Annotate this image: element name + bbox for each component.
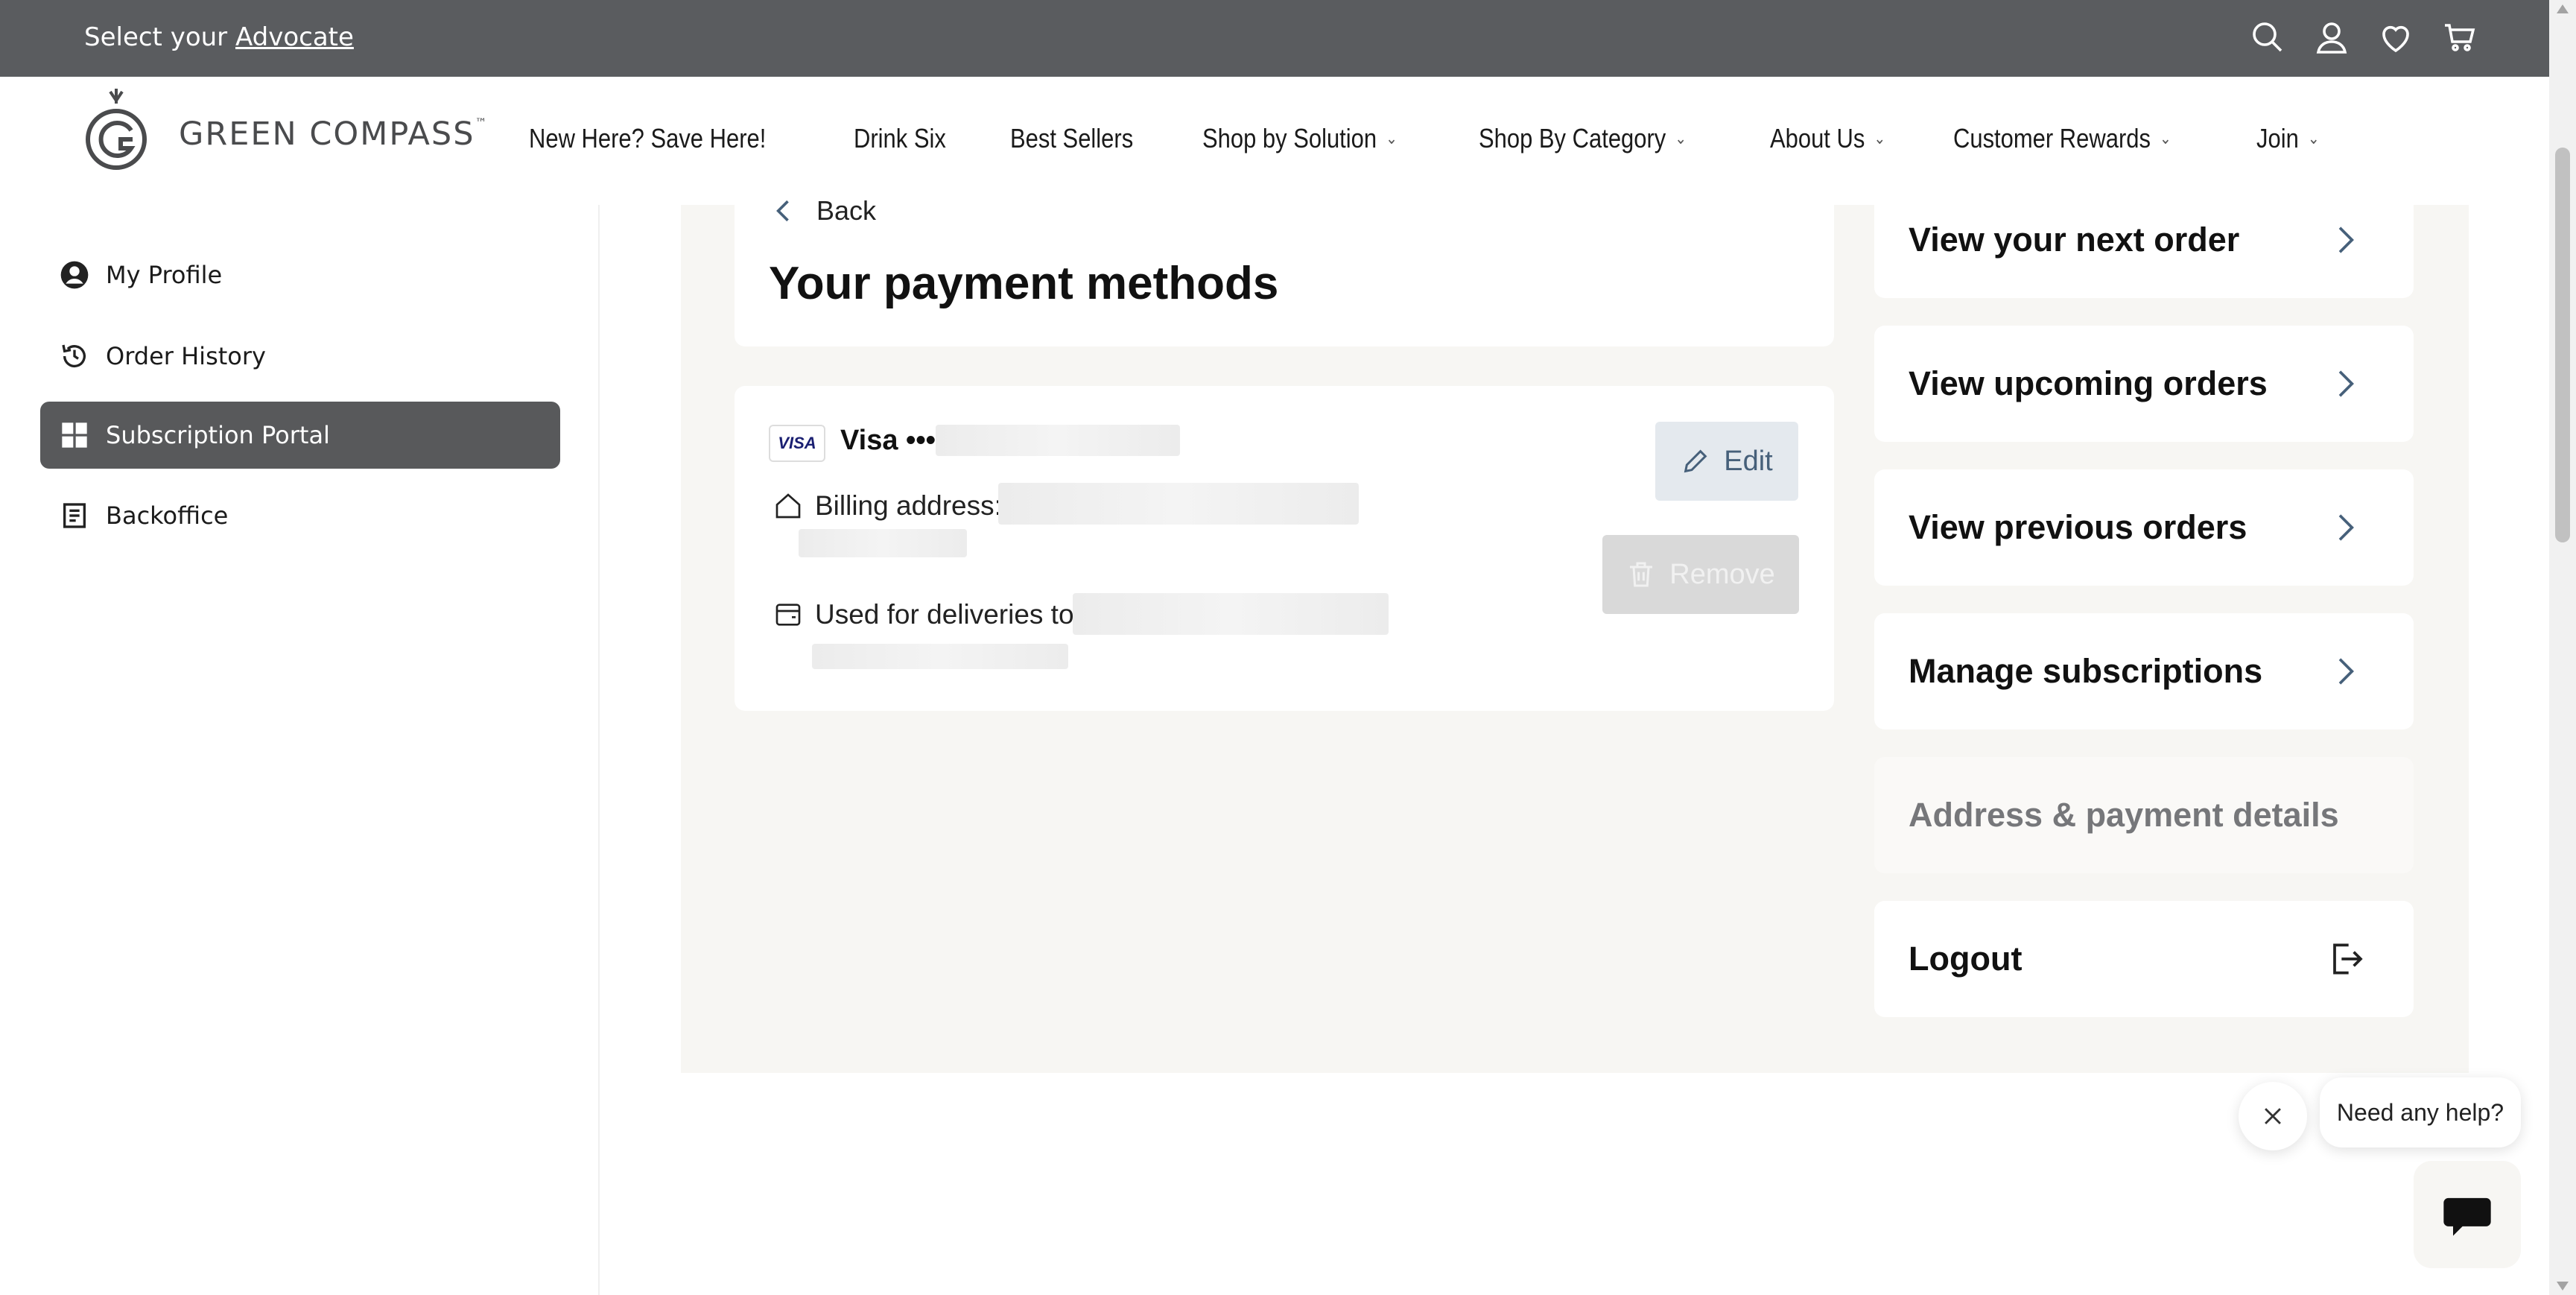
trash-icon xyxy=(1630,562,1653,587)
chevron-down-icon: ⌄ xyxy=(2160,129,2171,148)
brand-name: GREEN COMPASS™ xyxy=(179,115,489,153)
payment-methods-header: Back Your payment methods xyxy=(735,195,1834,346)
user-circle-icon xyxy=(60,261,89,289)
search-icon[interactable] xyxy=(2250,18,2285,57)
back-button[interactable]: Back xyxy=(767,194,876,227)
account-icon[interactable] xyxy=(2314,18,2350,57)
close-icon xyxy=(2265,1108,2281,1124)
chevron-down-icon: ⌄ xyxy=(2307,129,2320,148)
scroll-up-arrow-icon[interactable] xyxy=(2557,4,2569,13)
manage-subscriptions-link[interactable]: Manage subscriptions xyxy=(1874,613,2414,729)
address-payment-details-link[interactable]: Address & payment details xyxy=(1874,757,2414,873)
chat-launcher-button[interactable] xyxy=(2414,1161,2521,1268)
advocate-link[interactable]: Advocate xyxy=(235,22,354,52)
nav-item-customer-rewards[interactable]: Customer Rewards ⌄ xyxy=(1953,123,2171,154)
view-upcoming-orders-link[interactable]: View upcoming orders xyxy=(1874,326,2414,442)
brand-logo[interactable]: GREEN COMPASS™ xyxy=(82,86,489,175)
chevron-down-icon: ⌄ xyxy=(1386,129,1398,148)
view-next-order-link[interactable]: View your next order xyxy=(1874,182,2414,298)
account-sidebar: My Profile Order History Subscription Po… xyxy=(0,205,600,1295)
deliveries-row: Used for deliveries to xyxy=(773,599,1074,630)
home-icon xyxy=(775,493,801,519)
redacted-delivery-address-line2 xyxy=(812,644,1068,669)
logout-link[interactable]: Logout xyxy=(1874,901,2414,1017)
edit-button[interactable]: Edit xyxy=(1655,422,1798,501)
nav-item-drink-six[interactable]: Drink Six xyxy=(854,123,946,154)
nav-item-join[interactable]: Join ⌄ xyxy=(2256,123,2320,154)
redacted-delivery-address xyxy=(1073,593,1389,635)
history-icon xyxy=(62,344,86,368)
chat-icon xyxy=(2443,1197,2491,1236)
wallet-icon xyxy=(775,604,801,626)
sidebar-item-my-profile[interactable]: My Profile xyxy=(40,241,560,308)
advocate-selector: Select your Advocate xyxy=(84,22,354,52)
heart-icon[interactable] xyxy=(2378,18,2414,57)
payment-method-card: VISA Visa •••• Billing address: Used for… xyxy=(735,386,1834,711)
chevron-right-icon xyxy=(2338,514,2354,541)
chevron-down-icon: ⌄ xyxy=(1675,129,1687,148)
chat-prompt-bubble[interactable]: Need any help? xyxy=(2320,1077,2521,1147)
chevron-down-icon: ⌄ xyxy=(1873,129,1885,148)
chevron-right-icon xyxy=(2338,227,2354,253)
scrollbar-thumb[interactable] xyxy=(2555,148,2570,542)
cart-icon[interactable] xyxy=(2442,18,2478,57)
redacted-billing-address xyxy=(998,483,1359,525)
document-icon xyxy=(63,503,86,528)
logout-icon xyxy=(2333,943,2363,975)
chevron-left-icon xyxy=(776,200,789,222)
sidebar-item-backoffice[interactable]: Backoffice xyxy=(40,482,560,549)
view-previous-orders-link[interactable]: View previous orders xyxy=(1874,469,2414,586)
scroll-down-arrow-icon[interactable] xyxy=(2557,1282,2569,1291)
visa-logo-icon: VISA xyxy=(769,425,825,462)
compass-logo-icon xyxy=(86,89,147,170)
chat-close-button[interactable] xyxy=(2239,1082,2307,1150)
sidebar-item-order-history[interactable]: Order History xyxy=(40,323,560,390)
chevron-right-icon xyxy=(2338,370,2354,397)
nav-item-new-here[interactable]: New Here? Save Here! xyxy=(529,123,766,154)
announcement-bar: Select your Advocate xyxy=(0,0,2549,77)
nav-item-shop-by-category[interactable]: Shop By Category ⌄ xyxy=(1479,123,1687,154)
billing-address-row: Billing address: xyxy=(773,490,1002,522)
redacted-billing-address-line2 xyxy=(799,529,967,557)
menu-bar: New Here? Save Here! Drink Six Best Sell… xyxy=(529,123,2379,154)
pencil-icon xyxy=(1684,449,1707,473)
grid-icon xyxy=(62,422,87,448)
sidebar-item-subscription-portal[interactable]: Subscription Portal xyxy=(40,402,560,469)
nav-item-shop-by-solution[interactable]: Shop by Solution ⌄ xyxy=(1202,123,1398,154)
page-scrollbar[interactable] xyxy=(2549,0,2576,1295)
page-title: Your payment methods xyxy=(769,258,1279,309)
remove-button[interactable]: Remove xyxy=(1602,535,1799,614)
redacted-card-number xyxy=(936,425,1180,456)
nav-item-about-us[interactable]: About Us ⌄ xyxy=(1770,123,1885,154)
card-label: Visa •••• xyxy=(840,425,946,456)
nav-item-best-sellers[interactable]: Best Sellers xyxy=(1010,123,1133,154)
chevron-right-icon xyxy=(2338,658,2354,685)
